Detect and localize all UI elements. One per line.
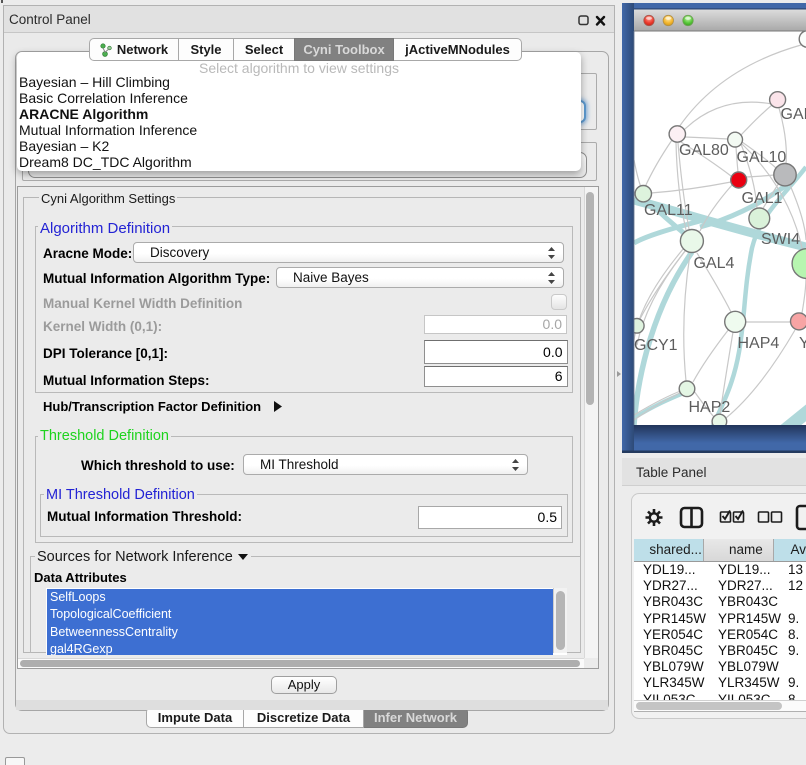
svg-text:GAL11: GAL11 [644, 202, 693, 219]
svg-text:GAL80: GAL80 [679, 142, 729, 159]
svg-text:HAP2: HAP2 [689, 399, 731, 416]
svg-text:YM: YM [799, 335, 806, 352]
svg-text:GAL7: GAL7 [781, 106, 806, 123]
svg-text:SWI4: SWI4 [761, 231, 800, 248]
svg-text:HAP4: HAP4 [738, 335, 780, 352]
svg-text:GAL10: GAL10 [737, 149, 787, 166]
svg-text:GAL4: GAL4 [694, 255, 735, 272]
svg-text:GCY1: GCY1 [634, 337, 678, 354]
svg-text:GAL1: GAL1 [742, 190, 783, 207]
